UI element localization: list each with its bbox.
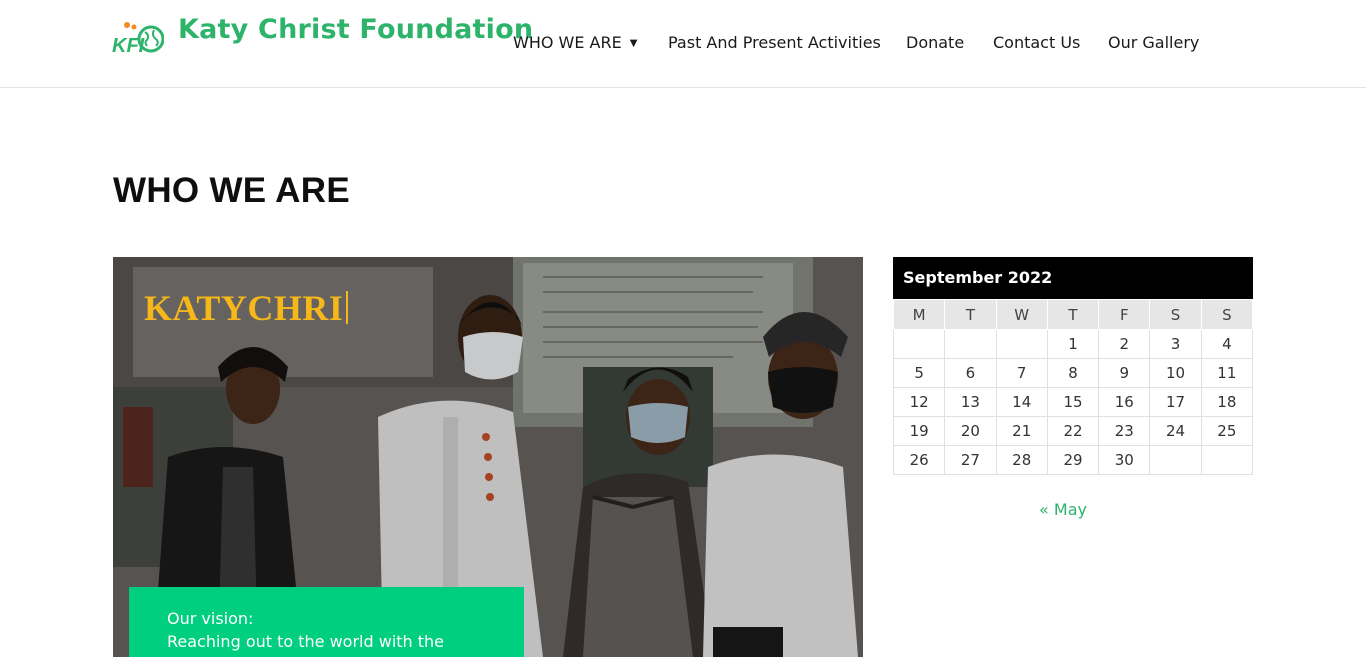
nav-activities[interactable]: Past And Present Activities xyxy=(668,33,881,52)
nav-contact-us[interactable]: Contact Us xyxy=(993,33,1080,52)
page-title: WHO WE ARE xyxy=(113,171,350,210)
calendar-widget: September 2022 M T W T F S S 1 2 3 4 5 6… xyxy=(892,257,1254,475)
calendar-day: 2 xyxy=(1098,329,1151,359)
hero-banner: KATYCHRI Our vision: Reaching out to the… xyxy=(113,257,863,657)
calendar-day: 22 xyxy=(1046,416,1100,446)
typed-headline-text: KATYCHRI xyxy=(144,288,344,328)
weekday-header: S xyxy=(1149,299,1202,330)
vision-text: Reaching out to the world with the xyxy=(167,632,445,651)
logo-text: KFI xyxy=(112,35,145,57)
calendar-day: 19 xyxy=(892,416,946,446)
calendar-day: 13 xyxy=(944,387,997,417)
site-header: KFI Katy Christ Foundation WHO WE ARE ▼ P… xyxy=(0,0,1366,88)
calendar-day: 12 xyxy=(892,387,946,417)
nav-donate[interactable]: Donate xyxy=(906,33,964,52)
weekday-header: S xyxy=(1200,299,1254,330)
typing-cursor xyxy=(346,291,349,324)
nav-who-we-are[interactable]: WHO WE ARE ▼ xyxy=(513,33,637,52)
calendar-day: 15 xyxy=(1046,387,1100,417)
calendar-day: 21 xyxy=(995,416,1048,446)
calendar-day xyxy=(944,329,997,359)
calendar-day: 23 xyxy=(1098,416,1151,446)
calendar-day: 5 xyxy=(892,358,946,388)
calendar-day: 29 xyxy=(1046,445,1100,475)
calendar-week-row: 19 20 21 22 23 24 25 xyxy=(892,416,1254,446)
vision-label: Our vision: xyxy=(167,609,254,628)
calendar-day: 16 xyxy=(1098,387,1151,417)
calendar-day: 26 xyxy=(892,445,946,475)
calendar-day: 17 xyxy=(1149,387,1202,417)
calendar-day: 9 xyxy=(1098,358,1151,388)
calendar-prev-month-link[interactable]: « May xyxy=(893,500,1233,519)
calendar-week-row: 1 2 3 4 xyxy=(892,329,1254,359)
nav-our-gallery[interactable]: Our Gallery xyxy=(1108,33,1199,52)
calendar-day: 27 xyxy=(944,445,997,475)
calendar-day: 11 xyxy=(1200,358,1254,388)
calendar-day xyxy=(1200,445,1254,475)
calendar-day: 10 xyxy=(1149,358,1202,388)
calendar-day: 6 xyxy=(944,358,997,388)
weekday-header: T xyxy=(944,299,997,330)
calendar-day xyxy=(892,329,946,359)
caret-down-icon: ▼ xyxy=(629,38,638,49)
calendar-week-row: 5 6 7 8 9 10 11 xyxy=(892,358,1254,388)
weekday-header: F xyxy=(1098,299,1151,330)
calendar-day: 25 xyxy=(1200,416,1254,446)
brand-name[interactable]: Katy Christ Foundation xyxy=(178,14,533,45)
calendar-day: 18 xyxy=(1200,387,1254,417)
calendar-week-row: 12 13 14 15 16 17 18 xyxy=(892,387,1254,417)
weekday-header: T xyxy=(1046,299,1100,330)
calendar-day: 4 xyxy=(1200,329,1254,359)
calendar-day: 20 xyxy=(944,416,997,446)
calendar-day: 8 xyxy=(1046,358,1100,388)
calendar-caption: September 2022 xyxy=(893,257,1253,299)
nav-who-we-are-label: WHO WE ARE xyxy=(513,33,622,52)
calendar-day: 3 xyxy=(1149,329,1202,359)
calendar-day xyxy=(1149,445,1202,475)
typed-headline: KATYCHRI xyxy=(144,287,349,329)
weekday-header: W xyxy=(995,299,1048,330)
calendar-day xyxy=(995,329,1048,359)
calendar-day: 7 xyxy=(995,358,1048,388)
globe-logo-icon[interactable]: KFI xyxy=(112,20,164,60)
calendar-day: 14 xyxy=(995,387,1048,417)
calendar-day: 1 xyxy=(1046,329,1100,359)
calendar-day: 30 xyxy=(1098,445,1151,475)
calendar-day: 24 xyxy=(1149,416,1202,446)
calendar-day: 28 xyxy=(995,445,1048,475)
calendar-table: M T W T F S S 1 2 3 4 5 6 7 8 9 10 11 12… xyxy=(892,299,1254,475)
calendar-weekday-row: M T W T F S S xyxy=(892,299,1254,330)
calendar-week-row: 26 27 28 29 30 xyxy=(892,445,1254,475)
weekday-header: M xyxy=(892,299,946,330)
vision-box: Our vision: Reaching out to the world wi… xyxy=(129,587,524,657)
